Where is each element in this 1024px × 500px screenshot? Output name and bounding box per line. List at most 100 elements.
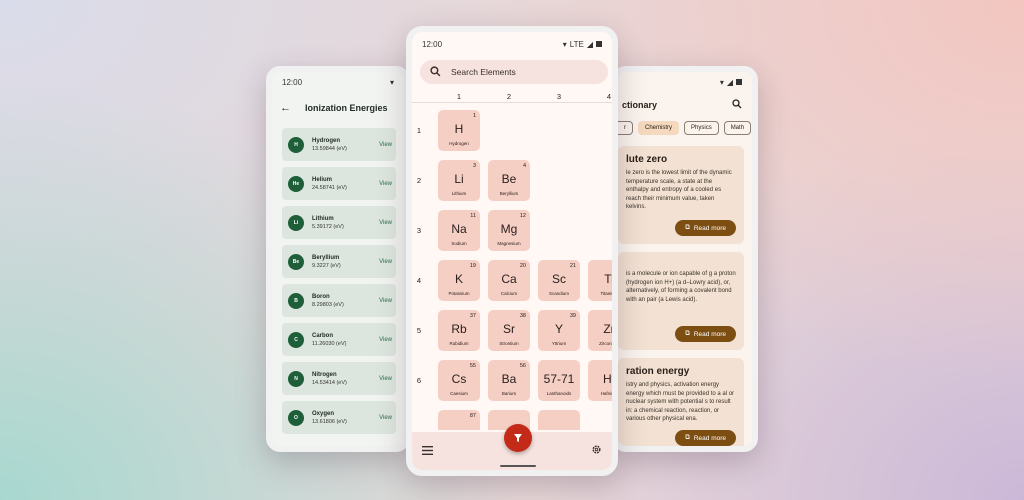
atomic-number: 56: [519, 363, 526, 369]
definition-card[interactable]: is a molecule or ion capable of g a prot…: [618, 252, 744, 350]
read-more-button[interactable]: ⧉ Read more: [675, 220, 736, 236]
definition-card[interactable]: ration energy istry and physics, activati…: [618, 358, 744, 446]
periodic-table-grid[interactable]: 1 2 3 4 1 2 3 4 5 6 1 H Hydrogen 3 Li Lithium 4 Be Berylli…: [412, 92, 612, 430]
element-cell[interactable]: 12 Mg Magnesium: [488, 210, 530, 251]
element-cell[interactable]: Ti Titanium: [588, 260, 612, 301]
card-title: lute zero: [626, 154, 668, 165]
element-name: Carbon: [312, 332, 333, 339]
view-button[interactable]: View: [379, 142, 392, 148]
ionization-value: 5.39172 (eV): [312, 223, 344, 230]
view-button[interactable]: View: [379, 181, 392, 187]
element-cell[interactable]: 55 Cs Caesium: [438, 360, 480, 401]
item-text: Carbon 11.26030 (eV): [312, 333, 346, 347]
search-icon[interactable]: [732, 99, 742, 111]
element-symbol: Na: [451, 222, 467, 236]
status-time: 12:00: [282, 77, 303, 87]
element-name: Beryllium: [499, 191, 519, 196]
list-item[interactable]: He Helium 24.58741 (eV) View: [282, 167, 396, 200]
view-button[interactable]: View: [379, 298, 392, 304]
element-cell[interactable]: Zr Zirconium: [588, 310, 612, 351]
header-divider: [412, 102, 612, 103]
row-header: 3: [416, 226, 422, 235]
ionization-value: 11.26030 (eV): [312, 340, 347, 347]
element-badge: Li: [288, 214, 304, 231]
atomic-number: 21: [569, 263, 576, 269]
view-button[interactable]: View: [379, 376, 392, 382]
element-name: Sodium: [451, 241, 467, 246]
element-symbol: Rb: [451, 322, 467, 336]
view-button[interactable]: View: [379, 220, 392, 226]
element-name: Potassium: [448, 291, 470, 296]
element-name: Hydrogen: [312, 137, 341, 144]
element-cell[interactable]: Hf Hafnium: [588, 360, 612, 401]
read-more-button[interactable]: ⧉ Read more: [675, 326, 736, 342]
element-name: Calcium: [500, 291, 518, 296]
menu-icon[interactable]: [422, 442, 433, 460]
atomic-number: 11: [470, 213, 476, 219]
element-cell[interactable]: 38 Sr Strontium: [488, 310, 530, 351]
list-item[interactable]: Li Lithium 5.39172 (eV) View: [282, 206, 396, 239]
search-icon: [430, 65, 441, 79]
settings-icon[interactable]: [591, 442, 602, 460]
ionization-value: 13.61806 (eV): [312, 418, 347, 425]
element-badge: N: [288, 370, 304, 387]
page-title: Ionization Energies: [305, 103, 388, 113]
filter-chip[interactable]: Physics: [684, 121, 719, 135]
list-item[interactable]: C Carbon 11.26030 (eV) View: [282, 323, 396, 356]
network-type: LTE: [569, 39, 584, 49]
element-cell[interactable]: 1 H Hydrogen: [438, 110, 480, 151]
element-badge: H: [288, 136, 304, 153]
view-button[interactable]: View: [379, 259, 392, 265]
search-input[interactable]: Search Elements: [420, 60, 608, 84]
read-more-label: Read more: [693, 224, 726, 232]
element-cell[interactable]: [538, 410, 580, 430]
open-external-icon: ⧉: [685, 224, 690, 231]
element-cell[interactable]: 37 Rb Rubidium: [438, 310, 480, 351]
category-chips: r Chemistry Physics Math: [618, 118, 752, 138]
element-name: Magnesium: [497, 241, 521, 246]
definition-card[interactable]: lute zero le zero is the lowest limit of …: [618, 146, 744, 244]
list-item[interactable]: H Hydrogen 13.59844 (eV) View: [282, 128, 396, 161]
element-cell[interactable]: 39 Y Yttrium: [538, 310, 580, 351]
card-title: ration energy: [626, 366, 690, 377]
signal-icon: ◢: [726, 77, 733, 87]
element-name: Caesium: [450, 391, 468, 396]
filter-button[interactable]: [504, 424, 532, 452]
signal-icon: ◢: [586, 39, 593, 49]
element-name: Lithium: [451, 191, 467, 196]
atomic-number: 4: [522, 163, 526, 169]
element-symbol: Mg: [500, 222, 518, 236]
filter-chip[interactable]: Chemistry: [638, 121, 680, 135]
view-button[interactable]: View: [379, 337, 392, 343]
filter-chip[interactable]: Math: [723, 121, 752, 135]
read-more-button[interactable]: ⧉ Read more: [675, 430, 736, 446]
back-arrow-icon[interactable]: ←: [280, 102, 291, 114]
element-cell[interactable]: 20 Ca Calcium: [488, 260, 530, 301]
element-cell[interactable]: 3 Li Lithium: [438, 160, 480, 201]
view-button[interactable]: View: [379, 415, 392, 421]
element-cell[interactable]: 4 Be Beryllium: [488, 160, 530, 201]
element-name: Boron: [312, 293, 330, 300]
element-name: Hafnium: [600, 391, 612, 396]
element-cell[interactable]: 87: [438, 410, 480, 430]
list-item[interactable]: O Oxygen 13.61806 (eV) View: [282, 401, 396, 434]
element-cell[interactable]: 57-71 Lanthanoids: [538, 360, 580, 401]
element-cell[interactable]: 11 Na Sodium: [438, 210, 480, 251]
read-more-label: Read more: [693, 330, 726, 338]
element-cell[interactable]: 56 Ba Barium: [488, 360, 530, 401]
search-placeholder: Search Elements: [451, 67, 516, 77]
list-item[interactable]: B Boron 8.29803 (eV) View: [282, 284, 396, 317]
atomic-number: 19: [469, 263, 476, 269]
element-cell[interactable]: 19 K Potassium: [438, 260, 480, 301]
list-item[interactable]: N Nitrogen 14.53414 (eV) View: [282, 362, 396, 395]
element-cell[interactable]: 21 Sc Scandium: [538, 260, 580, 301]
item-text: Hydrogen 13.59844 (eV): [312, 138, 347, 152]
app-bar: ← Ionization Energies: [272, 92, 404, 124]
element-name: Yttrium: [551, 341, 567, 346]
element-name: Helium: [312, 176, 333, 183]
filter-chip[interactable]: r: [618, 121, 633, 135]
atomic-number: 3: [472, 163, 476, 169]
row-header: 1: [416, 126, 422, 135]
list-item[interactable]: Be Beryllium 9.3227 (eV) View: [282, 245, 396, 278]
element-symbol: H: [454, 122, 464, 136]
